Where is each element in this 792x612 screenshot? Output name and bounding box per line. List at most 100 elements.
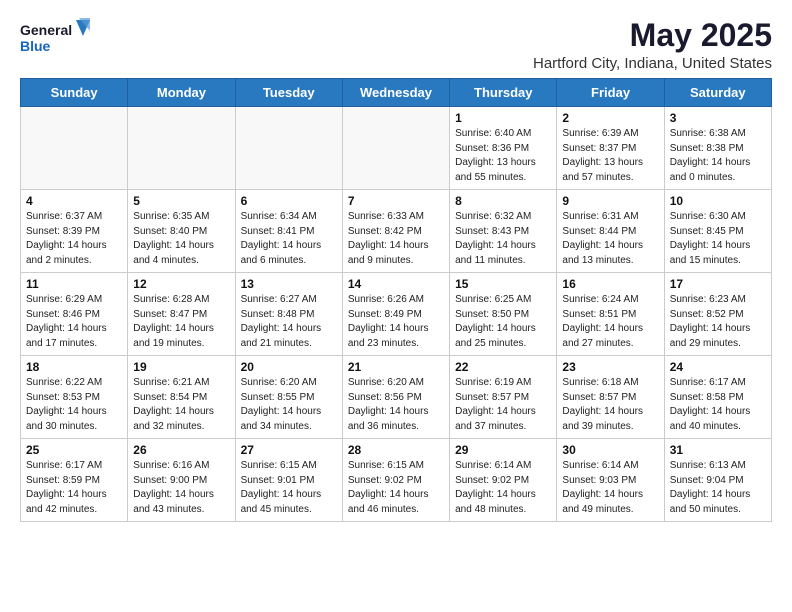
- calendar-table: SundayMondayTuesdayWednesdayThursdayFrid…: [20, 78, 772, 522]
- day-number: 24: [670, 360, 766, 374]
- calendar-cell: 31 Sunrise: 6:13 AM Sunset: 9:04 PM Dayli…: [664, 439, 771, 522]
- day-number: 5: [133, 194, 229, 208]
- calendar-cell: 1Sunrise: 6:40 AM Sunset: 8:36 PM Daylig…: [450, 107, 557, 190]
- day-info: Sunrise: 6:39 AM Sunset: 8:37 PM Dayligh…: [562, 127, 658, 185]
- day-number: 19: [133, 360, 229, 374]
- calendar-week-row: 4Sunrise: 6:37 AM Sunset: 8:39 PM Daylig…: [21, 190, 772, 273]
- day-info: Sunrise: 6:14 AM Sunset: 9:03 PM Dayligh…: [562, 459, 658, 517]
- day-info: Sunrise: 6:15 AM Sunset: 9:01 PM Dayligh…: [241, 459, 337, 517]
- day-info: Sunrise: 6:16 AM Sunset: 9:00 PM Dayligh…: [133, 459, 229, 517]
- day-number: 25: [26, 443, 122, 457]
- calendar-cell: 9Sunrise: 6:31 AM Sunset: 8:44 PM Daylig…: [557, 190, 664, 273]
- day-number: 13: [241, 277, 337, 291]
- calendar-header-friday: Friday: [557, 79, 664, 107]
- header: General Blue May 2025 Hartford City, Ind…: [20, 18, 772, 72]
- day-info: Sunrise: 6:40 AM Sunset: 8:36 PM Dayligh…: [455, 127, 551, 185]
- day-info: Sunrise: 6:20 AM Sunset: 8:55 PM Dayligh…: [241, 376, 337, 434]
- day-number: 10: [670, 194, 766, 208]
- calendar-cell: 3 Sunrise: 6:38 AM Sunset: 8:38 PM Daylig…: [664, 107, 771, 190]
- day-number: 31: [670, 443, 766, 457]
- calendar-cell: 2 Sunrise: 6:39 AM Sunset: 8:37 PM Daylig…: [557, 107, 664, 190]
- svg-text:Blue: Blue: [20, 38, 51, 54]
- day-number: 15: [455, 277, 551, 291]
- day-number: 30: [562, 443, 658, 457]
- calendar-cell: 24 Sunrise: 6:17 AM Sunset: 8:58 PM Dayli…: [664, 356, 771, 439]
- day-info: Sunrise: 6:28 AM Sunset: 8:47 PM Dayligh…: [133, 293, 229, 351]
- calendar-cell: 29Sunrise: 6:14 AM Sunset: 9:02 PM Dayli…: [450, 439, 557, 522]
- day-number: 23: [562, 360, 658, 374]
- calendar-header-tuesday: Tuesday: [235, 79, 342, 107]
- day-info: Sunrise: 6:19 AM Sunset: 8:57 PM Dayligh…: [455, 376, 551, 434]
- calendar-cell: 18Sunrise: 6:22 AM Sunset: 8:53 PM Dayli…: [21, 356, 128, 439]
- day-info: Sunrise: 6:21 AM Sunset: 8:54 PM Dayligh…: [133, 376, 229, 434]
- day-info: Sunrise: 6:24 AM Sunset: 8:51 PM Dayligh…: [562, 293, 658, 351]
- calendar-cell: 7Sunrise: 6:33 AM Sunset: 8:42 PM Daylig…: [342, 190, 449, 273]
- calendar-cell: 8Sunrise: 6:32 AM Sunset: 8:43 PM Daylig…: [450, 190, 557, 273]
- day-info: Sunrise: 6:25 AM Sunset: 8:50 PM Dayligh…: [455, 293, 551, 351]
- day-info: Sunrise: 6:37 AM Sunset: 8:39 PM Dayligh…: [26, 210, 122, 268]
- day-number: 28: [348, 443, 444, 457]
- calendar-header-monday: Monday: [128, 79, 235, 107]
- calendar-week-row: 25 Sunrise: 6:17 AM Sunset: 8:59 PM Dayli…: [21, 439, 772, 522]
- day-number: 3: [670, 111, 766, 125]
- day-info: Sunrise: 6:35 AM Sunset: 8:40 PM Dayligh…: [133, 210, 229, 268]
- calendar-cell: 26Sunrise: 6:16 AM Sunset: 9:00 PM Dayli…: [128, 439, 235, 522]
- calendar-cell: [235, 107, 342, 190]
- logo: General Blue: [20, 18, 90, 56]
- calendar-cell: 13 Sunrise: 6:27 AM Sunset: 8:48 PM Dayli…: [235, 273, 342, 356]
- day-number: 18: [26, 360, 122, 374]
- calendar-cell: [21, 107, 128, 190]
- subtitle: Hartford City, Indiana, United States: [533, 55, 772, 72]
- calendar-header-sunday: Sunday: [21, 79, 128, 107]
- day-info: Sunrise: 6:27 AM Sunset: 8:48 PM Dayligh…: [241, 293, 337, 351]
- calendar-cell: 4Sunrise: 6:37 AM Sunset: 8:39 PM Daylig…: [21, 190, 128, 273]
- day-info: Sunrise: 6:20 AM Sunset: 8:56 PM Dayligh…: [348, 376, 444, 434]
- day-number: 11: [26, 277, 122, 291]
- day-info: Sunrise: 6:17 AM Sunset: 8:58 PM Dayligh…: [670, 376, 766, 434]
- calendar-cell: 21 Sunrise: 6:20 AM Sunset: 8:56 PM Dayli…: [342, 356, 449, 439]
- calendar-week-row: 1Sunrise: 6:40 AM Sunset: 8:36 PM Daylig…: [21, 107, 772, 190]
- calendar-header-saturday: Saturday: [664, 79, 771, 107]
- calendar-cell: [342, 107, 449, 190]
- day-number: 2: [562, 111, 658, 125]
- day-number: 17: [670, 277, 766, 291]
- calendar-cell: [128, 107, 235, 190]
- calendar-header-row: SundayMondayTuesdayWednesdayThursdayFrid…: [21, 79, 772, 107]
- calendar-cell: 20 Sunrise: 6:20 AM Sunset: 8:55 PM Dayli…: [235, 356, 342, 439]
- day-info: Sunrise: 6:30 AM Sunset: 8:45 PM Dayligh…: [670, 210, 766, 268]
- day-info: Sunrise: 6:32 AM Sunset: 8:43 PM Dayligh…: [455, 210, 551, 268]
- calendar-cell: 19 Sunrise: 6:21 AM Sunset: 8:54 PM Dayli…: [128, 356, 235, 439]
- calendar-header-thursday: Thursday: [450, 79, 557, 107]
- calendar-cell: 27 Sunrise: 6:15 AM Sunset: 9:01 PM Dayli…: [235, 439, 342, 522]
- day-number: 29: [455, 443, 551, 457]
- day-info: Sunrise: 6:29 AM Sunset: 8:46 PM Dayligh…: [26, 293, 122, 351]
- day-info: Sunrise: 6:17 AM Sunset: 8:59 PM Dayligh…: [26, 459, 122, 517]
- day-number: 16: [562, 277, 658, 291]
- logo-svg: General Blue: [20, 18, 90, 56]
- calendar-cell: 5 Sunrise: 6:35 AM Sunset: 8:40 PM Daylig…: [128, 190, 235, 273]
- day-info: Sunrise: 6:13 AM Sunset: 9:04 PM Dayligh…: [670, 459, 766, 517]
- day-number: 20: [241, 360, 337, 374]
- page: General Blue May 2025 Hartford City, Ind…: [0, 0, 792, 540]
- day-info: Sunrise: 6:26 AM Sunset: 8:49 PM Dayligh…: [348, 293, 444, 351]
- calendar-cell: 30 Sunrise: 6:14 AM Sunset: 9:03 PM Dayli…: [557, 439, 664, 522]
- calendar-cell: 25 Sunrise: 6:17 AM Sunset: 8:59 PM Dayli…: [21, 439, 128, 522]
- day-info: Sunrise: 6:15 AM Sunset: 9:02 PM Dayligh…: [348, 459, 444, 517]
- day-number: 27: [241, 443, 337, 457]
- calendar-cell: 16 Sunrise: 6:24 AM Sunset: 8:51 PM Dayli…: [557, 273, 664, 356]
- day-info: Sunrise: 6:23 AM Sunset: 8:52 PM Dayligh…: [670, 293, 766, 351]
- day-number: 7: [348, 194, 444, 208]
- day-number: 6: [241, 194, 337, 208]
- title-block: May 2025 Hartford City, Indiana, United …: [533, 18, 772, 72]
- day-number: 12: [133, 277, 229, 291]
- day-number: 21: [348, 360, 444, 374]
- day-info: Sunrise: 6:34 AM Sunset: 8:41 PM Dayligh…: [241, 210, 337, 268]
- main-title: May 2025: [533, 18, 772, 53]
- calendar-cell: 12 Sunrise: 6:28 AM Sunset: 8:47 PM Dayli…: [128, 273, 235, 356]
- day-info: Sunrise: 6:38 AM Sunset: 8:38 PM Dayligh…: [670, 127, 766, 185]
- svg-text:General: General: [20, 22, 72, 38]
- day-info: Sunrise: 6:31 AM Sunset: 8:44 PM Dayligh…: [562, 210, 658, 268]
- calendar-cell: 14 Sunrise: 6:26 AM Sunset: 8:49 PM Dayli…: [342, 273, 449, 356]
- calendar-cell: 23Sunrise: 6:18 AM Sunset: 8:57 PM Dayli…: [557, 356, 664, 439]
- day-number: 14: [348, 277, 444, 291]
